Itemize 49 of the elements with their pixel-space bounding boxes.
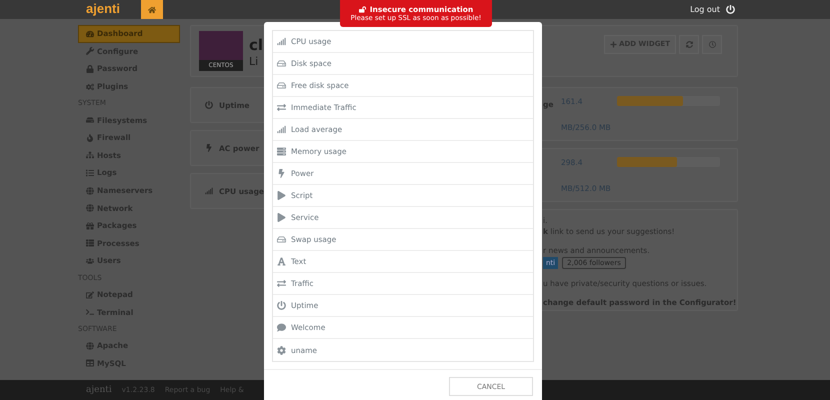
host-title: cl — [249, 34, 264, 54]
drive-icon — [277, 235, 286, 244]
settings-icon — [277, 346, 286, 354]
lightning-icon — [205, 144, 213, 152]
gears-icon — [86, 82, 94, 91]
power-icon — [205, 101, 213, 109]
users-icon — [86, 256, 94, 265]
flame-icon — [86, 134, 94, 142]
font-icon — [277, 257, 286, 266]
home-button[interactable] — [141, 0, 163, 19]
footer-logo: ajenti — [86, 385, 112, 395]
signal-bars-icon — [205, 187, 213, 195]
refresh-button[interactable] — [679, 34, 699, 54]
globe-icon — [86, 204, 94, 212]
clock-icon — [708, 40, 716, 48]
table-icon — [86, 359, 94, 368]
speech-bubble-icon — [277, 323, 286, 332]
gauge-icon — [86, 30, 94, 38]
arrows-icon — [277, 279, 286, 288]
lock-icon — [86, 64, 94, 73]
memory-icon — [277, 147, 286, 156]
drive-icon — [277, 81, 286, 90]
lightning-icon — [277, 169, 286, 178]
power-icon — [726, 5, 735, 14]
globe-icon — [86, 186, 94, 195]
signal-bars-icon — [277, 125, 286, 134]
refresh-icon — [686, 40, 692, 48]
drive-icon — [86, 116, 94, 124]
gift-icon — [86, 222, 94, 230]
network-tree-icon — [86, 151, 94, 160]
terminal-icon — [86, 308, 94, 316]
logo: ajenti — [86, 0, 121, 18]
clock-button[interactable] — [702, 34, 722, 54]
home-icon — [148, 6, 156, 14]
list-icon — [86, 239, 94, 248]
wrench-icon — [86, 47, 94, 56]
play-icon — [277, 191, 286, 200]
globe-icon — [86, 342, 94, 350]
unlock-icon — [358, 6, 366, 13]
signal-bars-icon — [277, 37, 286, 46]
arrows-icon — [277, 103, 286, 112]
plus-icon — [610, 40, 618, 48]
power-icon — [277, 301, 286, 310]
play-icon — [277, 213, 286, 222]
list-icon — [86, 168, 94, 177]
host-subtitle: Li — [249, 54, 260, 68]
logout-link[interactable]: Log out — [690, 0, 735, 19]
edit-icon — [86, 290, 94, 299]
drive-icon — [277, 59, 286, 68]
